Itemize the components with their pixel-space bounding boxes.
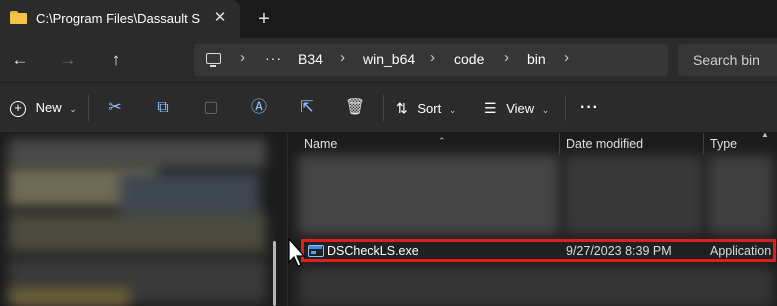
blurred-nav-item [8, 139, 266, 169]
breadcrumb-overflow[interactable]: ··· [265, 50, 282, 66]
sort-icon: ⇅ [396, 100, 408, 116]
address-bar[interactable]: › ··· B34 › win_b64 › code › bin › [194, 44, 668, 76]
sort-button-label: Sort [417, 101, 442, 116]
tab-strip: C:\Program Files\Dassault Syst ✕ + [0, 0, 777, 38]
mouse-cursor-icon [288, 238, 306, 267]
view-button-label: View [506, 101, 535, 116]
breadcrumb-separator[interactable]: › [504, 49, 509, 66]
navigation-bar: ← → ↑ › ··· B34 › win_b64 › code › bin ›… [0, 38, 777, 82]
breadcrumb-item-code[interactable]: code [454, 51, 484, 67]
new-button-label: New [35, 100, 62, 115]
file-list: Name ⌃ Date modified Type ▲ DSCheckLS.ex… [287, 133, 777, 306]
column-header-date-modified[interactable]: Date modified [560, 133, 703, 155]
up-arrow-icon[interactable]: ↑ [104, 48, 128, 72]
blurred-nav-item [10, 288, 130, 306]
scroll-up-icon[interactable]: ▲ [761, 133, 769, 139]
paste-icon[interactable]: ▢ [198, 95, 224, 121]
sort-caret-icon: ⌃ [438, 136, 446, 146]
file-type: Application [710, 244, 772, 258]
this-pc-icon[interactable] [206, 53, 221, 67]
view-button[interactable]: ☰ View ⌄ [484, 95, 549, 121]
chevron-down-icon: ⌄ [541, 105, 550, 115]
breadcrumb-separator[interactable]: › [430, 49, 435, 66]
more-options-button[interactable]: ··· [580, 95, 599, 121]
share-icon[interactable]: ⇱ [294, 95, 320, 121]
command-bar: + New ⌄ ✂ ⧉ ▢ Ⓐ ⇱ 🗑 ⇅ Sort ⌄ ☰ View ⌄ ··… [0, 82, 777, 132]
blurred-file-row [298, 267, 774, 306]
breadcrumb-separator[interactable]: › [240, 49, 245, 66]
breadcrumb-item-bin[interactable]: bin [527, 51, 546, 67]
application-icon [308, 245, 324, 257]
add-circle-icon: + [10, 100, 26, 117]
new-button[interactable]: + New ⌄ [10, 95, 77, 121]
nav-pane-scrollbar[interactable] [273, 241, 276, 306]
tab-title: C:\Program Files\Dassault Syst [36, 11, 200, 26]
column-type-label: Type [710, 137, 738, 151]
folder-icon [10, 11, 27, 24]
back-arrow-icon[interactable]: ← [8, 48, 32, 72]
file-name: DSCheckLS.exe [327, 244, 419, 258]
copy-icon[interactable]: ⧉ [150, 95, 176, 121]
breadcrumb-separator[interactable]: › [340, 49, 345, 66]
new-tab-button[interactable]: + [253, 8, 275, 30]
column-name-label: Name [304, 137, 338, 151]
chevron-down-icon: ⌄ [69, 104, 77, 114]
blurred-file-row [564, 155, 704, 235]
rename-icon[interactable]: Ⓐ [246, 95, 272, 121]
navigation-pane[interactable] [0, 133, 287, 306]
active-tab[interactable]: C:\Program Files\Dassault Syst ✕ [0, 0, 240, 38]
close-tab-icon[interactable]: ✕ [210, 8, 230, 28]
column-header-name[interactable]: Name ⌃ [298, 133, 560, 155]
view-list-icon: ☰ [484, 100, 497, 116]
sort-button[interactable]: ⇅ Sort ⌄ [396, 95, 456, 121]
search-input[interactable]: Search bin [678, 44, 777, 76]
blurred-file-row [298, 155, 560, 235]
breadcrumb-item-b34[interactable]: B34 [298, 51, 323, 67]
divider [383, 95, 384, 121]
breadcrumb-separator[interactable]: › [564, 49, 569, 66]
blurred-file-row [708, 155, 774, 235]
column-date-label: Date modified [566, 137, 644, 151]
column-header-type[interactable]: Type [704, 133, 764, 155]
file-row-dscheckls[interactable]: DSCheckLS.exe 9/27/2023 8:39 PM Applicat… [301, 239, 776, 262]
divider [565, 95, 566, 121]
forward-arrow-icon[interactable]: → [56, 48, 80, 72]
cut-icon[interactable]: ✂ [102, 95, 128, 121]
chevron-down-icon: ⌄ [448, 105, 457, 115]
divider [88, 95, 89, 121]
blurred-nav-item [8, 213, 266, 253]
breadcrumb-item-win-b64[interactable]: win_b64 [363, 51, 415, 67]
file-date-modified: 9/27/2023 8:39 PM [566, 244, 672, 258]
delete-icon[interactable]: 🗑 [342, 95, 368, 121]
